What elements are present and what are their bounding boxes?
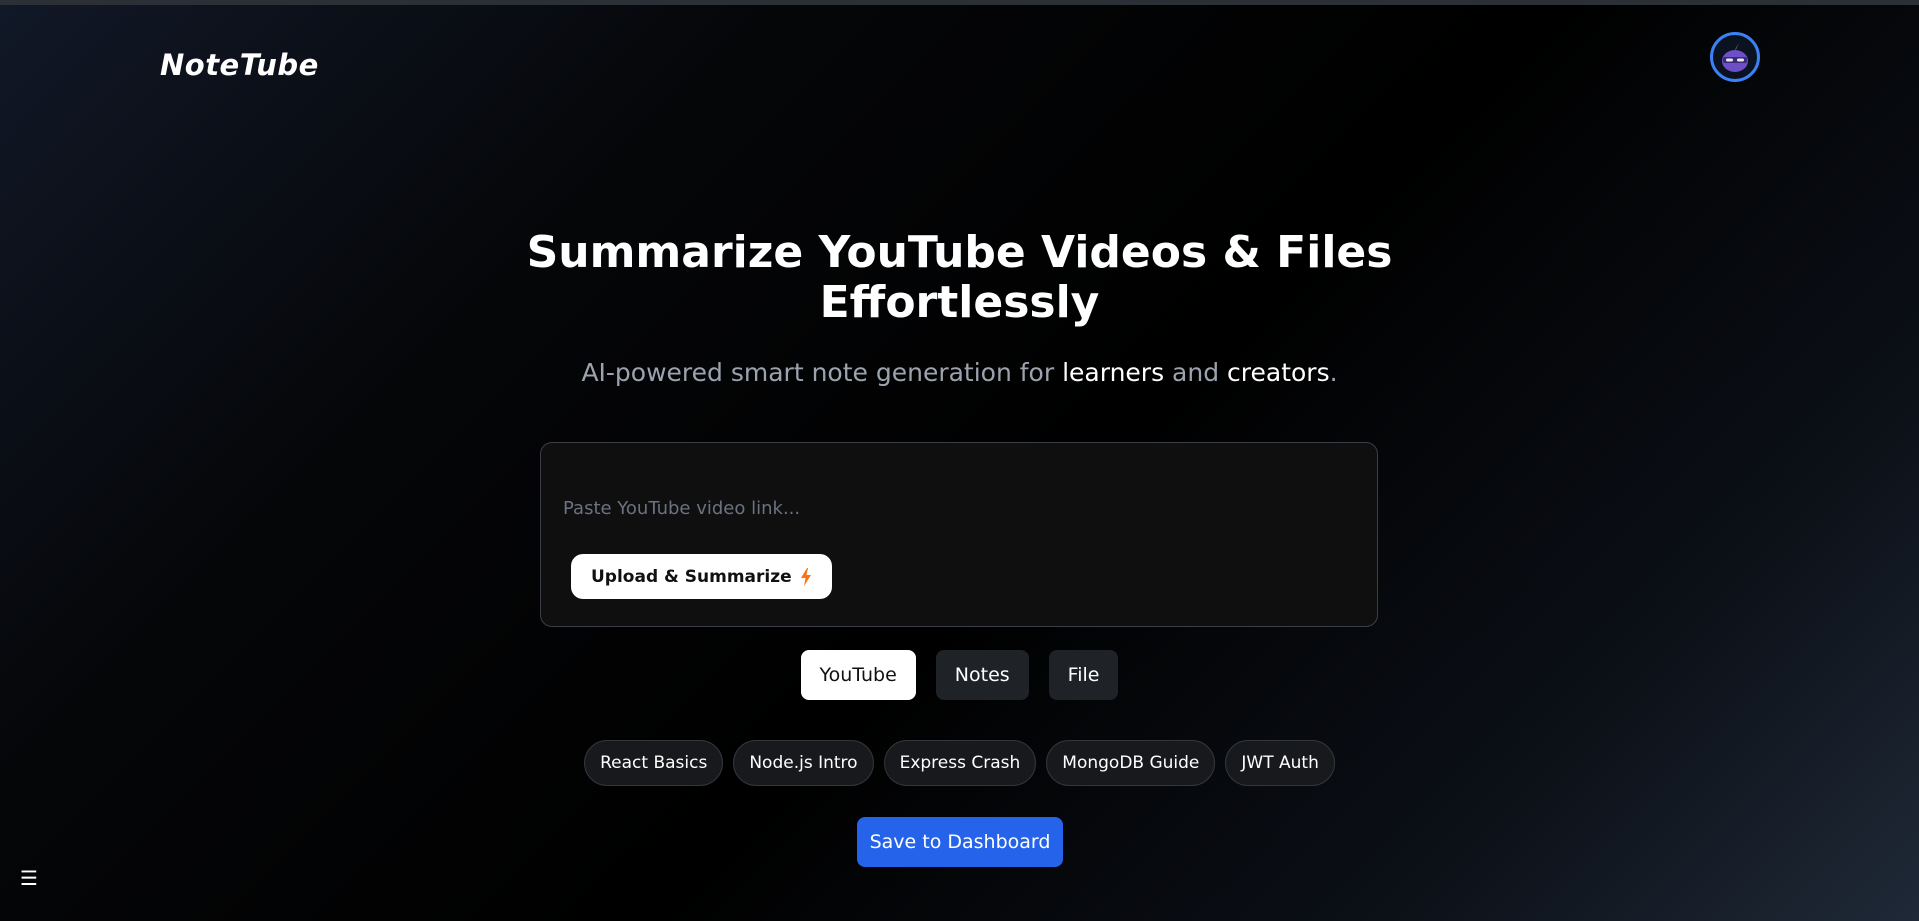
app-logo[interactable]: NoteTube (160, 48, 319, 82)
subtitle-creators: creators (1227, 358, 1330, 387)
hero-subtitle: AI-powered smart note generation for lea… (0, 358, 1919, 387)
hero-title: Summarize YouTube Videos & Files Effortl… (0, 228, 1919, 328)
upload-summarize-label: Upload & Summarize (591, 566, 792, 587)
chip-nodejs-intro[interactable]: Node.js Intro (733, 740, 874, 786)
source-tabs: YouTube Notes File (0, 650, 1919, 700)
hero-title-line1: Summarize YouTube Videos & Files (526, 227, 1393, 278)
summarize-input-card: Upload & Summarize (540, 442, 1378, 627)
ninja-avatar-icon (1715, 37, 1755, 77)
hero-title-line2: Effortlessly (819, 277, 1100, 328)
youtube-link-input[interactable] (561, 487, 1355, 529)
tab-youtube[interactable]: YouTube (800, 650, 916, 700)
subtitle-suffix: . (1329, 358, 1338, 387)
chip-jwt-auth[interactable]: JWT Auth (1225, 740, 1335, 786)
save-to-dashboard-button[interactable]: Save to Dashboard (857, 817, 1063, 867)
tab-file[interactable]: File (1048, 650, 1119, 700)
hamburger-menu-icon[interactable]: ☰ (20, 866, 38, 890)
suggestion-chips: React Basics Node.js Intro Express Crash… (0, 740, 1919, 786)
chip-express-crash[interactable]: Express Crash (883, 740, 1037, 786)
lightning-icon (800, 567, 811, 586)
tab-notes[interactable]: Notes (935, 650, 1029, 700)
upload-summarize-button[interactable]: Upload & Summarize (571, 554, 832, 599)
user-avatar[interactable] (1710, 32, 1760, 82)
subtitle-and: and (1164, 358, 1228, 387)
subtitle-learners: learners (1062, 358, 1165, 387)
chip-mongodb-guide[interactable]: MongoDB Guide (1046, 740, 1216, 786)
window-top-strip (0, 0, 1919, 5)
chip-react-basics[interactable]: React Basics (584, 740, 724, 786)
subtitle-prefix: AI-powered smart note generation for (581, 358, 1063, 387)
